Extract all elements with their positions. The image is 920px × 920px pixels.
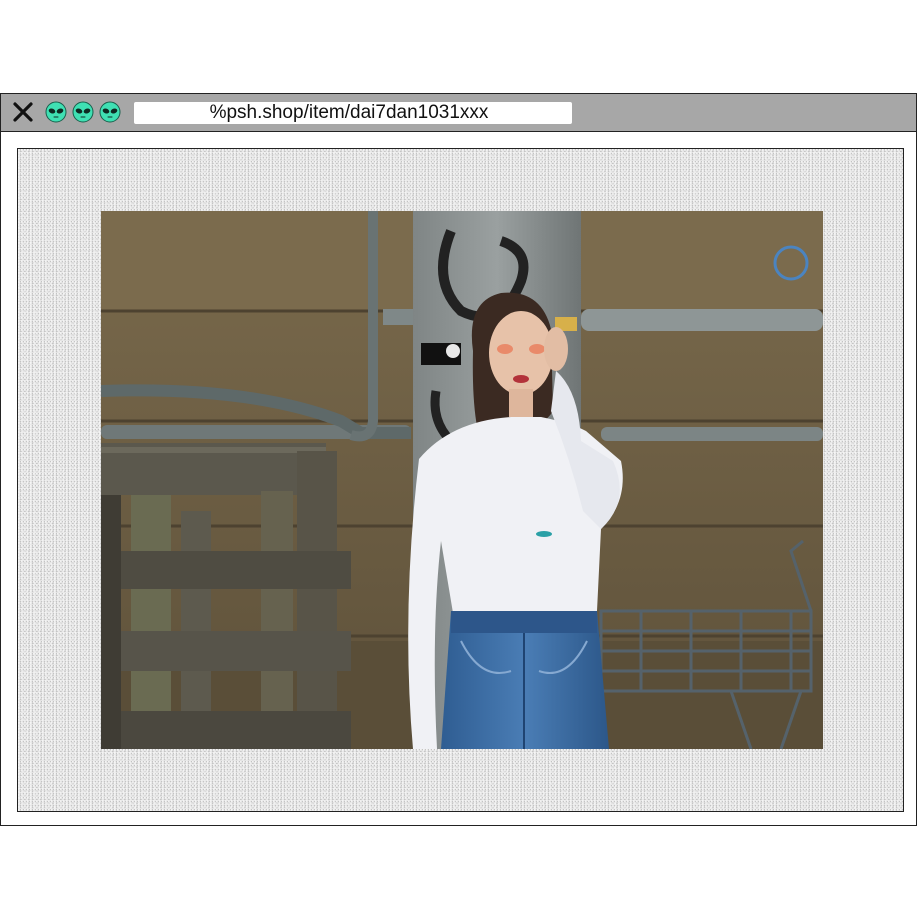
alien-face-icon[interactable] bbox=[45, 101, 67, 123]
close-icon[interactable] bbox=[11, 100, 35, 124]
street-fashion-photo bbox=[101, 211, 823, 749]
alien-face-icon[interactable] bbox=[72, 101, 94, 123]
browser-window: %psh.shop/item/dai7dan1031xxx bbox=[0, 93, 917, 826]
product-photo bbox=[101, 211, 823, 749]
alien-face-icon[interactable] bbox=[99, 101, 121, 123]
url-bar[interactable]: %psh.shop/item/dai7dan1031xxx bbox=[134, 102, 572, 124]
title-bar: %psh.shop/item/dai7dan1031xxx bbox=[1, 94, 916, 132]
content-area bbox=[17, 148, 904, 812]
